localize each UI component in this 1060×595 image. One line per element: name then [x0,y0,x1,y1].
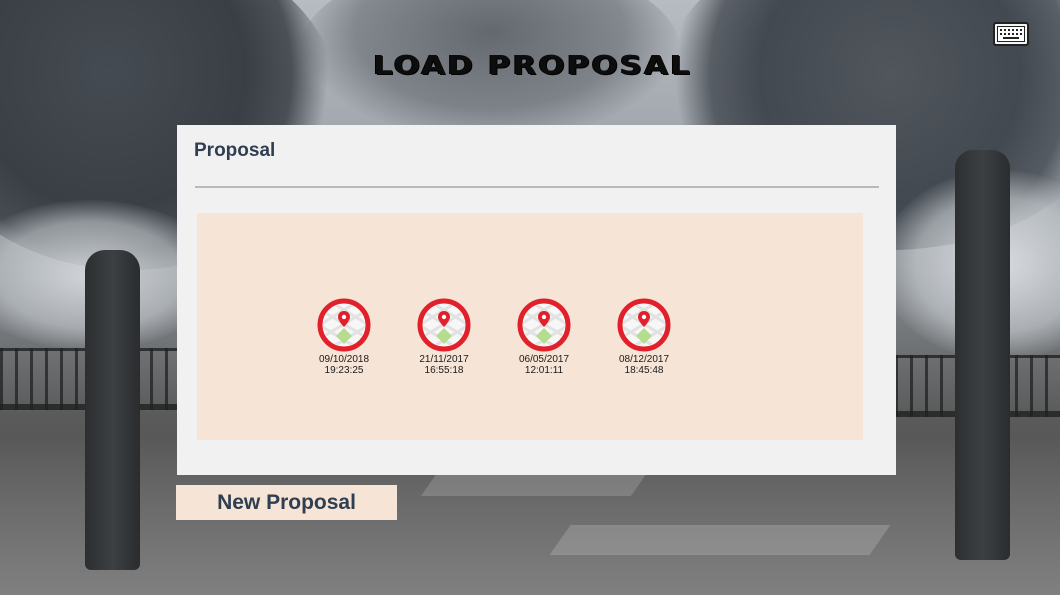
new-proposal-button[interactable]: New Proposal [176,485,397,520]
proposal-list: 09/10/2018 19:23:25 21/11/2017 16:55:18 06… [197,213,863,440]
proposal-date: 08/12/2017 [618,354,670,365]
tree-trunk-right [955,150,1010,560]
proposal-time: 12:01:11 [524,365,564,376]
map-pin-icon [617,298,671,352]
proposal-date: 09/10/2018 [318,354,370,365]
proposal-date: 06/05/2017 [518,354,570,365]
proposal-items: 09/10/2018 19:23:25 21/11/2017 16:55:18 06… [317,298,671,376]
keyboard-icon [997,26,1025,42]
proposal-item[interactable]: 08/12/2017 18:45:48 [617,298,671,376]
keyboard-button[interactable] [993,22,1029,46]
page-title: LOAD PROPOSAL [373,51,692,81]
proposal-time: 18:45:48 [624,365,664,376]
tree-trunk-left [85,250,140,570]
proposal-time: 16:55:18 [424,365,464,376]
proposal-timestamp: 09/10/2018 19:23:25 [319,354,369,376]
proposal-item[interactable]: 21/11/2017 16:55:18 [417,298,471,376]
proposal-timestamp: 21/11/2017 16:55:18 [419,354,468,376]
panel-title: Proposal [194,140,276,161]
proposal-item[interactable]: 09/10/2018 19:23:25 [317,298,371,376]
map-pin-icon [517,298,571,352]
proposal-panel: Proposal 09/10/2018 19:23:25 21/11/2017 16… [177,125,896,475]
proposal-time: 19:23:25 [324,365,364,376]
divider [195,186,879,188]
proposal-item[interactable]: 06/05/2017 12:01:11 [517,298,571,376]
map-pin-icon [317,298,371,352]
proposal-timestamp: 06/05/2017 12:01:11 [519,354,569,376]
map-pin-icon [417,298,471,352]
proposal-date: 21/11/2017 [419,354,469,365]
proposal-timestamp: 08/12/2017 18:45:48 [619,354,669,376]
sunlight-patch [549,525,891,555]
